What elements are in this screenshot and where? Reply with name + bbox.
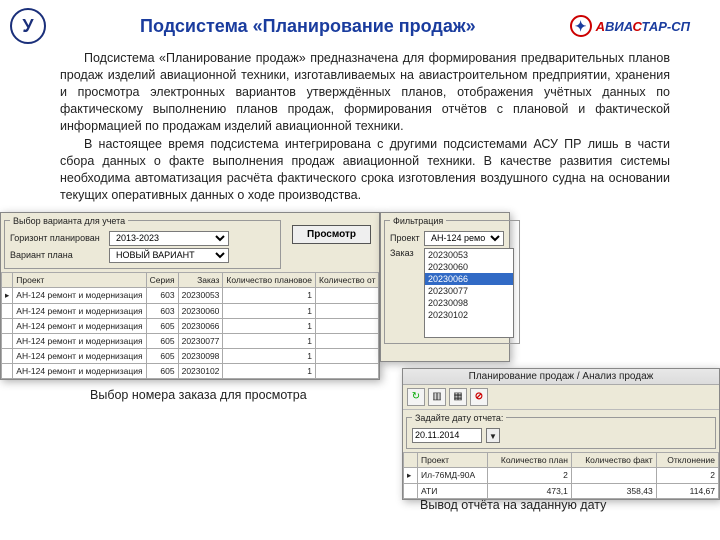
date-fieldset: Задайте дату отчета: ▼ <box>406 413 716 449</box>
horizon-label: Горизонт планирован <box>10 233 105 243</box>
slide-header: У Подсистема «Планирование продаж» ✦ АВИ… <box>0 0 720 46</box>
list-item[interactable]: 20230098 <box>425 297 513 309</box>
filter-legend: Фильтрация <box>390 216 446 226</box>
description-text: Подсистема «Планирование продаж» предназ… <box>0 46 720 212</box>
list-item[interactable]: 20230060 <box>425 261 513 273</box>
col-plan: Количество план <box>487 452 571 467</box>
date-label: Задайте дату отчета: <box>412 413 506 423</box>
col-qty-from: Количество от <box>316 272 379 287</box>
table-row[interactable]: АН-124 ремонт и модернизация603202300601 <box>2 303 379 318</box>
table-row[interactable]: АН-124 ремонт и модернизация605202300661 <box>2 318 379 333</box>
table-header-row: Проект Серия Заказ Количество плановое К… <box>2 272 379 287</box>
filter-project-select[interactable]: АН-124 ремонт и модерниза <box>424 231 504 246</box>
plan-selection-window: Выбор варианта для учета Горизонт планир… <box>0 212 380 380</box>
variant-legend: Выбор варианта для учета <box>10 216 128 226</box>
filter-fieldset: Фильтрация Проект АН-124 ремонт и модерн… <box>384 216 520 344</box>
list-item[interactable]: 20230102 <box>425 309 513 321</box>
col-series: Серия <box>146 272 178 287</box>
dropdown-icon[interactable]: ▼ <box>486 428 500 443</box>
page-title: Подсистема «Планирование продаж» <box>46 16 570 37</box>
grid-icon[interactable]: ▦ <box>449 388 467 406</box>
filter-project-label: Проект <box>390 233 420 243</box>
paragraph-2: В настоящее время подсистема интегрирова… <box>60 136 670 204</box>
list-item[interactable]: 20230066 <box>425 273 513 285</box>
col-fact: Количество факт <box>571 452 656 467</box>
table-row[interactable]: ▸Ил-76МД-90А22 <box>404 467 719 483</box>
caption-order-select: Выбор номера заказа для просмотра <box>90 388 307 402</box>
variant-select[interactable]: НОВЫЙ ВАРИАНТ <box>109 248 229 263</box>
report-toolbar: ↻ ▥ ▦ ⊘ <box>403 385 719 410</box>
table-row[interactable]: АН-124 ремонт и модернизация605202300771 <box>2 333 379 348</box>
report-table: Проект Количество план Количество факт О… <box>403 452 719 499</box>
col-project: Проект <box>13 272 146 287</box>
col-project: Проект <box>418 452 488 467</box>
filter-window: Фильтрация Проект АН-124 ремонт и модерн… <box>380 212 510 362</box>
table-row[interactable]: АТИ473,1358,43114,67 <box>404 483 719 498</box>
table-header-row: Проект Количество план Количество факт О… <box>404 452 719 467</box>
list-item[interactable]: 20230077 <box>425 285 513 297</box>
col-dev: Отклонение <box>656 452 718 467</box>
table-row[interactable]: АН-124 ремонт и модернизация605202301021 <box>2 363 379 378</box>
table-row[interactable]: ▸АН-124 ремонт и модернизация60320230053… <box>2 287 379 303</box>
variant-fieldset: Выбор варианта для учета Горизонт планир… <box>4 216 281 269</box>
brand-logo: ✦ АВИАСТАР-СП <box>570 15 690 37</box>
caption-report-date: Вывод отчёта на заданную дату <box>420 498 606 512</box>
report-date-input[interactable] <box>412 428 482 443</box>
table-row[interactable]: АН-124 ремонт и модернизация605202300981 <box>2 348 379 363</box>
export-icon[interactable]: ▥ <box>428 388 446 406</box>
variant-label: Вариант плана <box>10 250 105 260</box>
stop-icon[interactable]: ⊘ <box>470 388 488 406</box>
report-titlebar: Планирование продаж / Анализ продаж <box>403 369 719 385</box>
order-listbox[interactable]: 20230053 20230060 20230066 20230077 2023… <box>424 248 514 338</box>
list-item[interactable]: 20230053 <box>425 249 513 261</box>
screenshots-area: Выбор варианта для учета Горизонт планир… <box>0 212 720 512</box>
report-window: Планирование продаж / Анализ продаж ↻ ▥ … <box>402 368 720 500</box>
university-logo: У <box>10 8 46 44</box>
view-button[interactable]: Просмотр <box>292 225 371 244</box>
brand-symbol-icon: ✦ <box>570 15 592 37</box>
filter-order-label: Заказ <box>390 248 420 258</box>
col-qty-plan: Количество плановое <box>223 272 316 287</box>
orders-table: Проект Серия Заказ Количество плановое К… <box>1 272 379 379</box>
col-order: Заказ <box>178 272 223 287</box>
paragraph-1: Подсистема «Планирование продаж» предназ… <box>60 50 670 134</box>
horizon-select[interactable]: 2013-2023 <box>109 231 229 246</box>
refresh-icon[interactable]: ↻ <box>407 388 425 406</box>
